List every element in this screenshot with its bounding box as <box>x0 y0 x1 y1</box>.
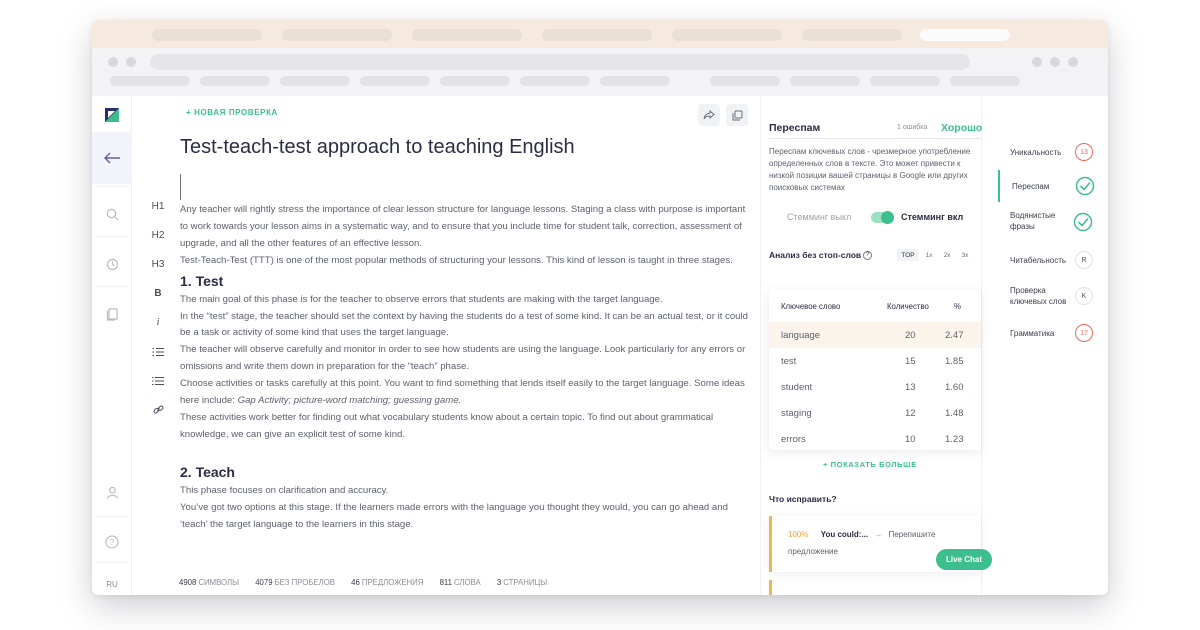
stemming-toggle[interactable] <box>871 211 894 224</box>
user-icon[interactable] <box>92 478 132 506</box>
language-switch[interactable]: RU <box>92 576 132 592</box>
heading3-button[interactable]: H3 <box>144 250 172 279</box>
error-count: 1 ошибка <box>897 124 928 131</box>
paragraph: Choose activities or tasks carefully at … <box>180 378 745 407</box>
column-header-count: Количество <box>887 302 929 311</box>
keyword-table: Ключевое слово Количество % language 20 … <box>769 290 981 450</box>
show-more-link[interactable]: + ПОКАЗАТЬ БОЛЬШЕ <box>823 460 917 469</box>
app-logo-icon[interactable] <box>92 100 132 130</box>
document-body[interactable]: Any teacher will rightly stress the impo… <box>180 202 748 534</box>
grammar-badge: 17 <box>1075 324 1093 342</box>
copy-icon[interactable] <box>726 104 748 126</box>
menu-item-grammar[interactable]: Грамматика 17 <box>998 322 1108 354</box>
text-cursor <box>180 174 181 200</box>
segment-2x[interactable]: 2x <box>939 249 955 261</box>
paragraph: This phase focuses on clarification and … <box>180 484 389 496</box>
stat-chars: 4908 СИМВОЛЫ <box>179 578 240 587</box>
info-icon[interactable]: ? <box>863 251 873 261</box>
readability-badge: R <box>1075 251 1093 269</box>
back-arrow-icon[interactable] <box>92 132 132 184</box>
paragraph: In the “test” stage, the teacher should … <box>180 310 748 339</box>
status-badge: Хорошо <box>941 122 983 134</box>
uniqueness-badge: 13 <box>1075 143 1093 161</box>
live-chat-button[interactable]: Live Chat <box>936 549 992 570</box>
segment-top[interactable]: TOP <box>897 249 919 261</box>
stat-pages: 3 СТРАНИЦЫ <box>496 578 548 587</box>
panel-description: Переспам ключевых слов - чрезмерное упот… <box>769 147 971 192</box>
heading1-button[interactable]: H1 <box>144 192 172 221</box>
stemming-off-label[interactable]: Стемминг выкл <box>787 212 851 222</box>
search-icon[interactable] <box>92 200 132 228</box>
panel-title: Переспам <box>769 122 821 134</box>
paragraph: The main goal of this phase is for the t… <box>180 293 663 305</box>
table-row[interactable]: errors 10 1.23 <box>769 426 981 452</box>
bullet-list-icon[interactable] <box>144 366 172 395</box>
section-heading: 2. Teach <box>180 463 235 480</box>
table-row[interactable]: language 20 2.47 <box>769 322 981 348</box>
share-icon[interactable] <box>698 104 720 126</box>
stopwords-title: Анализ без стоп-слов? <box>769 250 873 261</box>
paragraph: These activities work better for finding… <box>180 411 714 440</box>
link-icon[interactable] <box>144 395 172 424</box>
spam-panel: Переспам 1 ошибка Хорошо Переспам ключев… <box>760 96 982 595</box>
check-circle-icon <box>1075 176 1095 196</box>
history-icon[interactable] <box>92 250 132 278</box>
document-stats: 4908 СИМВОЛЫ 4079 БЕЗ ПРОБЕЛОВ 46 ПРЕДЛОЖЕН… <box>179 578 561 587</box>
keywords-badge: K <box>1075 287 1093 305</box>
editor-area: + НОВАЯ ПРОВЕРКА Test-teach-test approac… <box>180 96 748 595</box>
heading2-button[interactable]: H2 <box>144 221 172 250</box>
format-toolbar: H1 H2 H3 B i <box>144 192 172 424</box>
left-rail: ? RU <box>92 96 132 595</box>
suggestion-percent: 100% <box>788 530 809 539</box>
check-menu: Уникальность 13 Переспам Водянистые фраз… <box>998 96 1108 595</box>
divider <box>769 138 981 139</box>
table-row[interactable]: staging 12 1.48 <box>769 400 981 426</box>
numbered-list-icon[interactable] <box>144 337 172 366</box>
svg-text:?: ? <box>110 538 115 547</box>
suggestion-action: Перепишите <box>888 530 936 539</box>
italic-button[interactable]: i <box>144 308 172 337</box>
bold-button[interactable]: B <box>144 279 172 308</box>
stat-no-spaces: 4079 БЕЗ ПРОБЕЛОВ <box>255 578 335 587</box>
browser-chrome <box>92 20 1108 96</box>
menu-item-water[interactable]: Водянистые фразы <box>998 206 1108 242</box>
column-header-keyword: Ключевое слово <box>781 302 841 311</box>
menu-item-uniqueness[interactable]: Уникальность 13 <box>998 134 1108 166</box>
suggestion-card[interactable] <box>769 580 981 595</box>
segment-3x[interactable]: 3x <box>957 249 973 261</box>
stat-sentences: 46 ПРЕДЛОЖЕНИЯ <box>351 578 424 587</box>
paragraph: Test-Teach-Test (TTT) is one of the most… <box>180 254 733 266</box>
menu-item-spam[interactable]: Переспам <box>998 170 1108 202</box>
section-heading: 1. Test <box>180 272 224 289</box>
menu-item-keywords[interactable]: Проверка ключевых слов K <box>998 282 1108 318</box>
table-row[interactable]: student 13 1.60 <box>769 374 981 400</box>
paragraph: You’ve got two options at this stage. If… <box>180 501 728 530</box>
browser-tabstrip <box>92 20 1108 48</box>
address-bar[interactable] <box>150 54 970 70</box>
paragraph: Any teacher will rightly stress the impo… <box>180 204 746 249</box>
check-circle-icon <box>1073 212 1093 232</box>
stemming-on-label[interactable]: Стемминг вкл <box>901 212 963 222</box>
arrow-right-icon: → <box>874 530 883 539</box>
stat-words: 811 СЛОВА <box>439 578 481 587</box>
column-header-percent: % <box>954 302 961 311</box>
suggestion-text: You could:... <box>820 530 869 539</box>
suggestion-action-cont: предложение <box>788 547 838 556</box>
app-window: ? RU H1 H2 H3 B i + НОВАЯ ПРОВЕРКА Test-… <box>92 20 1108 595</box>
segment-1x[interactable]: 1x <box>921 249 937 261</box>
documents-icon[interactable] <box>92 300 132 328</box>
table-row[interactable]: test 15 1.85 <box>769 348 981 374</box>
document-title[interactable]: Test-teach-test approach to teaching Eng… <box>180 136 575 159</box>
paragraph: The teacher will observe carefully and m… <box>180 344 746 373</box>
new-check-link[interactable]: + НОВАЯ ПРОВЕРКА <box>186 108 278 117</box>
menu-item-readability[interactable]: Читабельность R <box>998 246 1108 278</box>
help-icon[interactable]: ? <box>92 528 132 556</box>
fix-title: Что исправить? <box>769 494 837 504</box>
